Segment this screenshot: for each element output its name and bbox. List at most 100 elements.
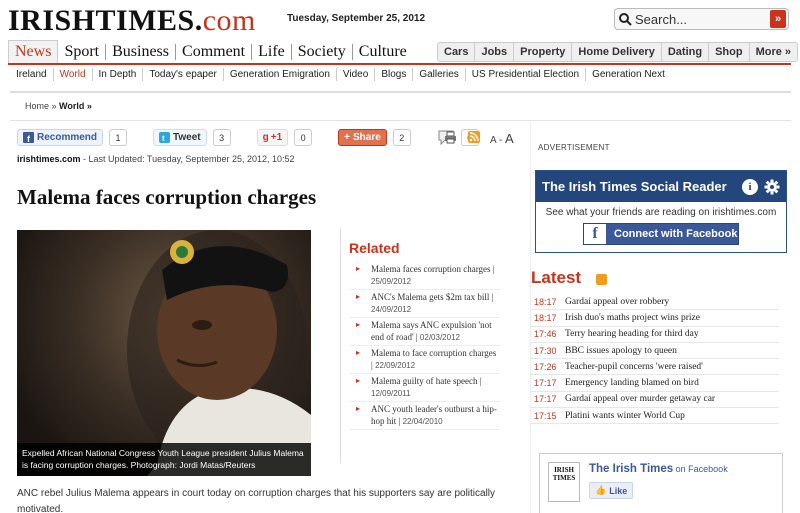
nav-jobs[interactable]: Jobs xyxy=(475,43,515,61)
subnav-world[interactable]: World xyxy=(54,68,93,81)
social-reader-widget: The Irish Times Social Reader i See what… xyxy=(535,170,787,253)
breadcrumb-home[interactable]: Home » xyxy=(25,101,57,111)
subnav-ireland[interactable]: Ireland xyxy=(10,68,54,81)
related-item-date: 25/09/2012 xyxy=(371,276,412,286)
related-item[interactable]: ANC's Malema gets $2m tax bill | 24/09/2… xyxy=(349,290,500,318)
facebook-recommend-button[interactable]: f Recommend xyxy=(17,129,104,146)
latest-item[interactable]: 17:15 Platini wants winter World Cup xyxy=(531,408,779,425)
subnav-blogs[interactable]: Blogs xyxy=(375,68,414,81)
related-item-date: 02/03/2012 xyxy=(419,332,460,342)
google-plus-button[interactable]: g +1 xyxy=(256,129,289,146)
search-input[interactable]: Search... xyxy=(635,12,770,27)
subnav-generation-next[interactable]: Generation Next xyxy=(586,68,671,81)
connect-facebook-button[interactable]: f Connect with Facebook xyxy=(583,223,739,245)
nav-dating[interactable]: Dating xyxy=(662,43,710,61)
related-item[interactable]: Malema says ANC expulsion 'not end of ro… xyxy=(349,318,500,346)
tweet-count: 3 xyxy=(212,129,231,146)
gear-icon[interactable] xyxy=(764,179,780,195)
subnav-galleries[interactable]: Galleries xyxy=(413,68,466,81)
latest-headline[interactable]: Terry hearing heading for third day xyxy=(565,329,699,339)
latest-item[interactable]: 18:17 Irish duo's maths project wins priz… xyxy=(531,310,779,327)
services-nav: Cars Jobs Property Home Delivery Dating … xyxy=(437,42,799,62)
related-item-date: 24/09/2012 xyxy=(371,304,412,314)
logo-com: com xyxy=(202,4,256,37)
related-item-title[interactable]: Malema to face corruption charges xyxy=(371,348,496,358)
latest-item[interactable]: 17:46 Terry hearing heading for third day xyxy=(531,327,779,343)
recommend-label: Recommend xyxy=(37,132,98,143)
article-photo: Expelled African National Congress Youth… xyxy=(17,230,311,476)
text-smaller-button[interactable]: A - xyxy=(490,135,502,146)
irish-times-logo-thumb: IRISH TIMES xyxy=(548,462,580,502)
share-bar: f Recommend 1 t Tweet 3 g +1 0 + Share 2… xyxy=(17,129,479,146)
nav-more[interactable]: More » xyxy=(750,43,797,61)
nav-life[interactable]: Life xyxy=(252,44,292,60)
article-headline: Malema faces corruption charges xyxy=(17,185,317,209)
byline-source: irishtimes.com xyxy=(17,154,81,164)
nav-society[interactable]: Society xyxy=(292,44,353,60)
related-item-title[interactable]: ANC's Malema gets $2m tax bill xyxy=(371,292,489,302)
latest-headline[interactable]: Irish duo's maths project wins prize xyxy=(565,313,700,323)
search-button[interactable]: » xyxy=(770,10,786,28)
related-item[interactable]: Malema to face corruption charges | 22/0… xyxy=(349,346,500,374)
latest-rss-icon[interactable] xyxy=(596,274,607,285)
latest-headline[interactable]: Gardaí appeal over robbery xyxy=(565,297,669,307)
rss-icon[interactable] xyxy=(468,131,480,143)
share-button[interactable]: + Share xyxy=(338,129,387,146)
latest-time: 17:46 xyxy=(534,329,557,340)
article-lead: ANC rebel Julius Malema appears in court… xyxy=(17,488,496,513)
nav-business[interactable]: Business xyxy=(106,44,177,60)
text-size-controls: A - A xyxy=(490,131,514,146)
related-title: Related xyxy=(349,240,400,256)
nav-shop[interactable]: Shop xyxy=(709,43,750,61)
thumbs-up-icon: 👍 xyxy=(595,485,607,495)
nav-culture[interactable]: Culture xyxy=(353,44,413,60)
facebook-page-name[interactable]: The Irish Times on Facebook xyxy=(589,463,728,475)
gplus-count: 0 xyxy=(294,129,313,146)
related-item[interactable]: Malema faces corruption charges | 25/09/… xyxy=(349,262,500,290)
related-item[interactable]: Malema guilty of hate speech | 12/09/201… xyxy=(349,374,500,402)
latest-headline[interactable]: Teacher-pupil concerns 'were raised' xyxy=(565,362,703,372)
nav-comment[interactable]: Comment xyxy=(176,44,253,60)
nav-news[interactable]: News xyxy=(8,40,59,64)
subnav-in-depth[interactable]: In Depth xyxy=(93,68,144,81)
latest-headline[interactable]: Platini wants winter World Cup xyxy=(565,411,685,421)
site-logo[interactable]: IRISHTIMES.com xyxy=(8,4,256,38)
latest-item[interactable]: 18:17 Gardaí appeal over robbery xyxy=(531,294,779,311)
nav-property[interactable]: Property xyxy=(514,43,573,61)
related-item-date: 22/09/2012 xyxy=(375,360,416,370)
subnav-epaper[interactable]: Today's epaper xyxy=(143,68,224,81)
latest-headline[interactable]: Emergency landing blamed on bird xyxy=(565,378,699,388)
latest-headline[interactable]: Gardaí appeal over murder getaway car xyxy=(565,394,715,404)
text-larger-button[interactable]: A xyxy=(505,131,514,146)
latest-title: Latest xyxy=(531,268,582,287)
subnav-generation-emigration[interactable]: Generation Emigration xyxy=(224,68,337,81)
social-reader-header: The Irish Times Social Reader i xyxy=(536,171,786,202)
latest-item[interactable]: 17:30 BBC issues apology to queen xyxy=(531,343,779,360)
share-label: Share xyxy=(352,132,381,143)
nav-cars[interactable]: Cars xyxy=(438,43,476,61)
latest-time: 17:15 xyxy=(534,410,557,421)
related-item[interactable]: ANC youth leader's outburst a hip-hop hi… xyxy=(349,402,500,430)
subnav-us-election[interactable]: US Presidential Election xyxy=(466,68,587,81)
print-icon[interactable] xyxy=(444,131,457,144)
info-icon[interactable]: i xyxy=(742,178,758,195)
breadcrumb-world[interactable]: World » xyxy=(59,101,92,111)
share-count: 2 xyxy=(392,129,411,146)
facebook-icon: f xyxy=(23,132,34,143)
facebook-like-button[interactable]: 👍 Like xyxy=(589,482,634,499)
related-item-title[interactable]: Malema faces corruption charges xyxy=(371,264,491,274)
latest-item[interactable]: 17:17 Gardaí appeal over murder getaway c… xyxy=(531,392,779,409)
latest-item[interactable]: 17:26 Teacher-pupil concerns 'were raised… xyxy=(531,359,779,376)
search-box[interactable]: Search... » xyxy=(614,8,789,30)
related-list: Malema faces corruption charges | 25/09/… xyxy=(349,262,500,430)
tweet-button[interactable]: t Tweet xyxy=(153,129,207,146)
latest-time: 17:30 xyxy=(534,345,557,356)
latest-headline[interactable]: BBC issues apology to queen xyxy=(565,346,677,356)
latest-time: 18:17 xyxy=(534,296,557,307)
latest-item[interactable]: 17:17 Emergency landing blamed on bird xyxy=(531,375,779,392)
header-date: Tuesday, September 25, 2012 xyxy=(287,13,426,24)
nav-home-delivery[interactable]: Home Delivery xyxy=(572,43,662,61)
nav-sport[interactable]: Sport xyxy=(58,44,107,60)
subnav-video[interactable]: Video xyxy=(337,68,376,81)
related-item-title[interactable]: Malema guilty of hate speech xyxy=(371,376,477,386)
